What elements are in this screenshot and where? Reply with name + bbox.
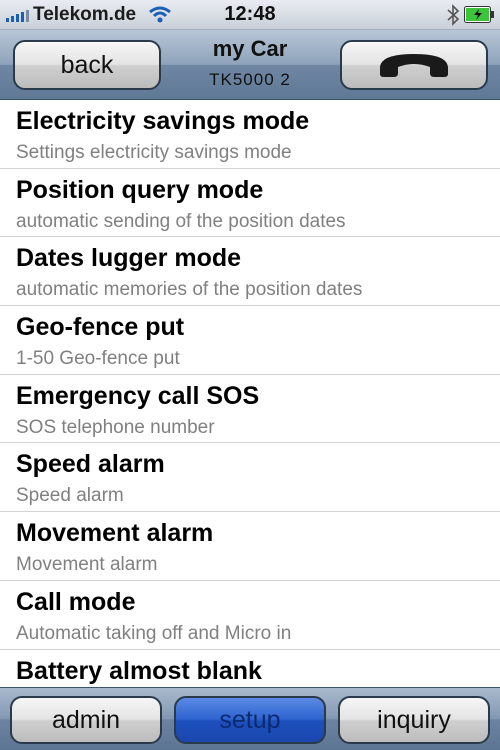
list-item-geo-fence-put[interactable]: Geo-fence put 1-50 Geo-fence put [0,306,500,375]
list-item-subtitle: Speed alarm [16,485,124,507]
list-item-subtitle: SOS telephone number [16,416,215,438]
list-item-movement-alarm[interactable]: Movement alarm Movement alarm [0,512,500,581]
list-item-title: Speed alarm [16,450,165,479]
device-name: TK5000 2 [209,70,291,89]
wifi-icon [149,6,172,22]
list-item-title: Movement alarm [16,519,214,548]
phone-icon [380,54,448,77]
list-item-position-query-mode[interactable]: Position query mode automatic sending of… [0,169,500,238]
list-item-call-mode[interactable]: Call mode Automatic taking off and Micro… [0,581,500,650]
list-item-dates-lugger-mode[interactable]: Dates lugger mode automatic memories of … [0,237,500,307]
tab-label: inquiry [377,705,451,734]
list-item-electricity-savings-mode[interactable]: Electricity savings mode Settings electr… [0,100,500,169]
battery-icon [464,6,494,23]
bluetooth-icon [447,4,460,26]
tab-label: admin [51,705,121,734]
bottom-tab-bar: admin setup inquiry [0,687,500,750]
list-item-title: Position query mode [16,175,264,204]
back-button-label: back [60,50,114,79]
list-item-title: Battery almost blank [16,656,262,685]
list-item-title: Emergency call SOS [16,381,260,410]
list-item-title: Geo-fence put [16,313,185,342]
tab-setup[interactable]: setup [174,696,326,744]
back-button[interactable]: back [13,40,161,90]
signal-strength-icon [6,8,29,22]
list-item-title: Electricity savings mode [16,107,310,135]
list-item-subtitle: 1-50 Geo-fence put [16,348,180,370]
settings-list[interactable]: Electricity savings mode Settings electr… [0,100,500,687]
list-item-subtitle: Settings electricity savings mode [16,142,292,163]
tab-inquiry[interactable]: inquiry [338,696,490,744]
list-item-emergency-call-sos[interactable]: Emergency call SOS SOS telephone number [0,375,500,444]
call-button[interactable] [340,40,488,90]
carrier-name: Telekom.de [33,3,137,25]
list-item-battery-almost-blank[interactable]: Battery almost blank [0,650,500,688]
list-item-subtitle: Automatic taking off and Micro in [16,622,292,644]
list-item-subtitle: Movement alarm [16,554,158,576]
list-item-title: Dates lugger mode [16,244,242,273]
list-item-subtitle: automatic memories of the position dates [16,279,363,301]
tab-admin[interactable]: admin [10,696,162,744]
list-item-subtitle: automatic sending of the position dates [16,210,346,232]
page-title: my Car [212,36,288,61]
list-item-title: Call mode [16,587,136,616]
navigation-bar: back my Car TK5000 2 [0,30,500,100]
tab-label: setup [219,705,281,734]
status-bar: Telekom.de 12:48 [0,0,500,30]
list-item-speed-alarm[interactable]: Speed alarm Speed alarm [0,443,500,513]
